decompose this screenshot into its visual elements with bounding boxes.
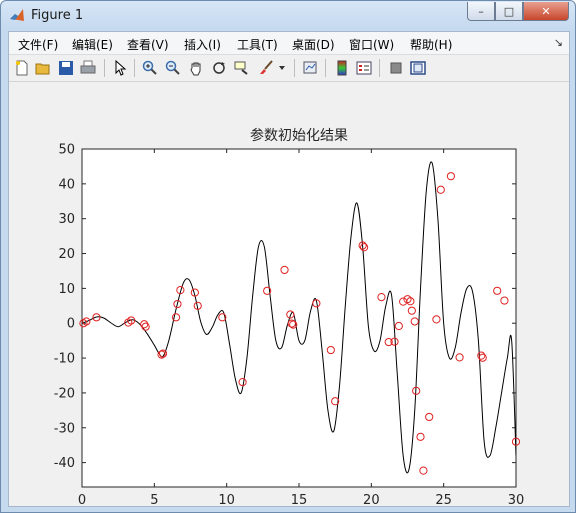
hide-plot-tools-icon[interactable] (387, 59, 405, 77)
menu-bar: 文件(F) 编辑(E) 查看(V) 插入(I) 工具(T) 桌面(D) 窗口(W… (9, 32, 569, 55)
y-tick-label: 20 (58, 247, 75, 262)
close-button[interactable]: ✕ (523, 2, 569, 21)
pan-hand-icon[interactable] (187, 59, 205, 77)
y-tick-label: -30 (54, 421, 75, 436)
brush-icon[interactable] (257, 59, 275, 77)
y-tick-label: 30 (58, 212, 75, 227)
toolbar-separator (325, 59, 326, 77)
x-tick-label: 10 (218, 493, 235, 506)
y-tick-label: 40 (58, 177, 75, 192)
link-plot-icon[interactable] (301, 59, 319, 77)
save-icon[interactable] (57, 59, 75, 77)
minimize-button[interactable]: – (467, 2, 495, 21)
chart-title: 参数初始化结果 (250, 127, 348, 144)
brush-dropdown-icon[interactable] (277, 59, 287, 77)
window-title: Figure 1 (31, 8, 84, 23)
window-client: 文件(F) 编辑(E) 查看(V) 插入(I) 工具(T) 桌面(D) 窗口(W… (8, 31, 570, 508)
menu-window[interactable]: 窗口(W) (349, 36, 394, 53)
y-tick-label: -20 (54, 386, 75, 401)
menu-view[interactable]: 查看(V) (127, 36, 169, 53)
zoom-in-icon[interactable] (141, 59, 159, 77)
x-tick-label: 15 (291, 493, 308, 506)
pointer-icon[interactable] (111, 59, 129, 77)
y-tick-label: 50 (58, 143, 75, 158)
x-tick-label: 20 (363, 493, 380, 506)
menu-tools[interactable]: 工具(T) (237, 36, 278, 53)
toolbar-separator (104, 59, 105, 77)
menu-help[interactable]: 帮助(H) (410, 36, 452, 53)
y-tick-label: -10 (54, 352, 75, 367)
toolbar-separator (379, 59, 380, 77)
maximize-icon: □ (503, 4, 515, 18)
figure-canvas: 参数初始化结果 0 5 10 15 20 25 30 -40 -30 -20 -10 0 10 20 30 4… (9, 82, 569, 508)
menu-insert[interactable]: 插入(I) (184, 36, 221, 53)
chevron-icon[interactable]: ↘ (554, 36, 563, 49)
y-tick-label: 0 (67, 317, 75, 332)
x-tick-label: 0 (78, 493, 86, 506)
toolbar-separator (134, 59, 135, 77)
figure-window: Figure 1 – □ ✕ 文件(F) 编辑(E) 查看(V) 插入(I) 工… (0, 0, 576, 513)
data-cursor-icon[interactable] (233, 59, 251, 77)
x-tick-label: 25 (435, 493, 452, 506)
new-figure-icon[interactable] (13, 59, 31, 77)
close-icon: ✕ (541, 4, 551, 18)
menu-edit[interactable]: 编辑(E) (72, 36, 113, 53)
x-tick-label: 30 (508, 493, 525, 506)
show-plot-tools-icon[interactable] (409, 59, 427, 77)
menu-desktop[interactable]: 桌面(D) (292, 36, 335, 53)
plot-svg[interactable]: 参数初始化结果 0 5 10 15 20 25 30 -40 -30 -20 -10 0 10 20 30 4… (9, 82, 569, 508)
axes-box[interactable] (81, 148, 517, 488)
minimize-icon: – (478, 4, 484, 18)
colorbar-icon[interactable] (333, 59, 351, 77)
y-tick-label: -40 (54, 456, 75, 471)
zoom-out-icon[interactable] (164, 59, 182, 77)
print-icon[interactable] (79, 59, 97, 77)
open-file-icon[interactable] (34, 59, 52, 77)
maximize-button[interactable]: □ (495, 2, 523, 21)
y-tick-label: 10 (58, 282, 75, 297)
matlab-logo-icon (10, 9, 24, 21)
toolbar (9, 55, 569, 82)
menu-file[interactable]: 文件(F) (18, 36, 58, 53)
title-bar[interactable]: Figure 1 – □ ✕ (1, 1, 575, 31)
x-tick-label: 5 (150, 493, 158, 506)
legend-icon[interactable] (355, 59, 373, 77)
toolbar-separator (294, 59, 295, 77)
rotate-3d-icon[interactable] (210, 59, 228, 77)
